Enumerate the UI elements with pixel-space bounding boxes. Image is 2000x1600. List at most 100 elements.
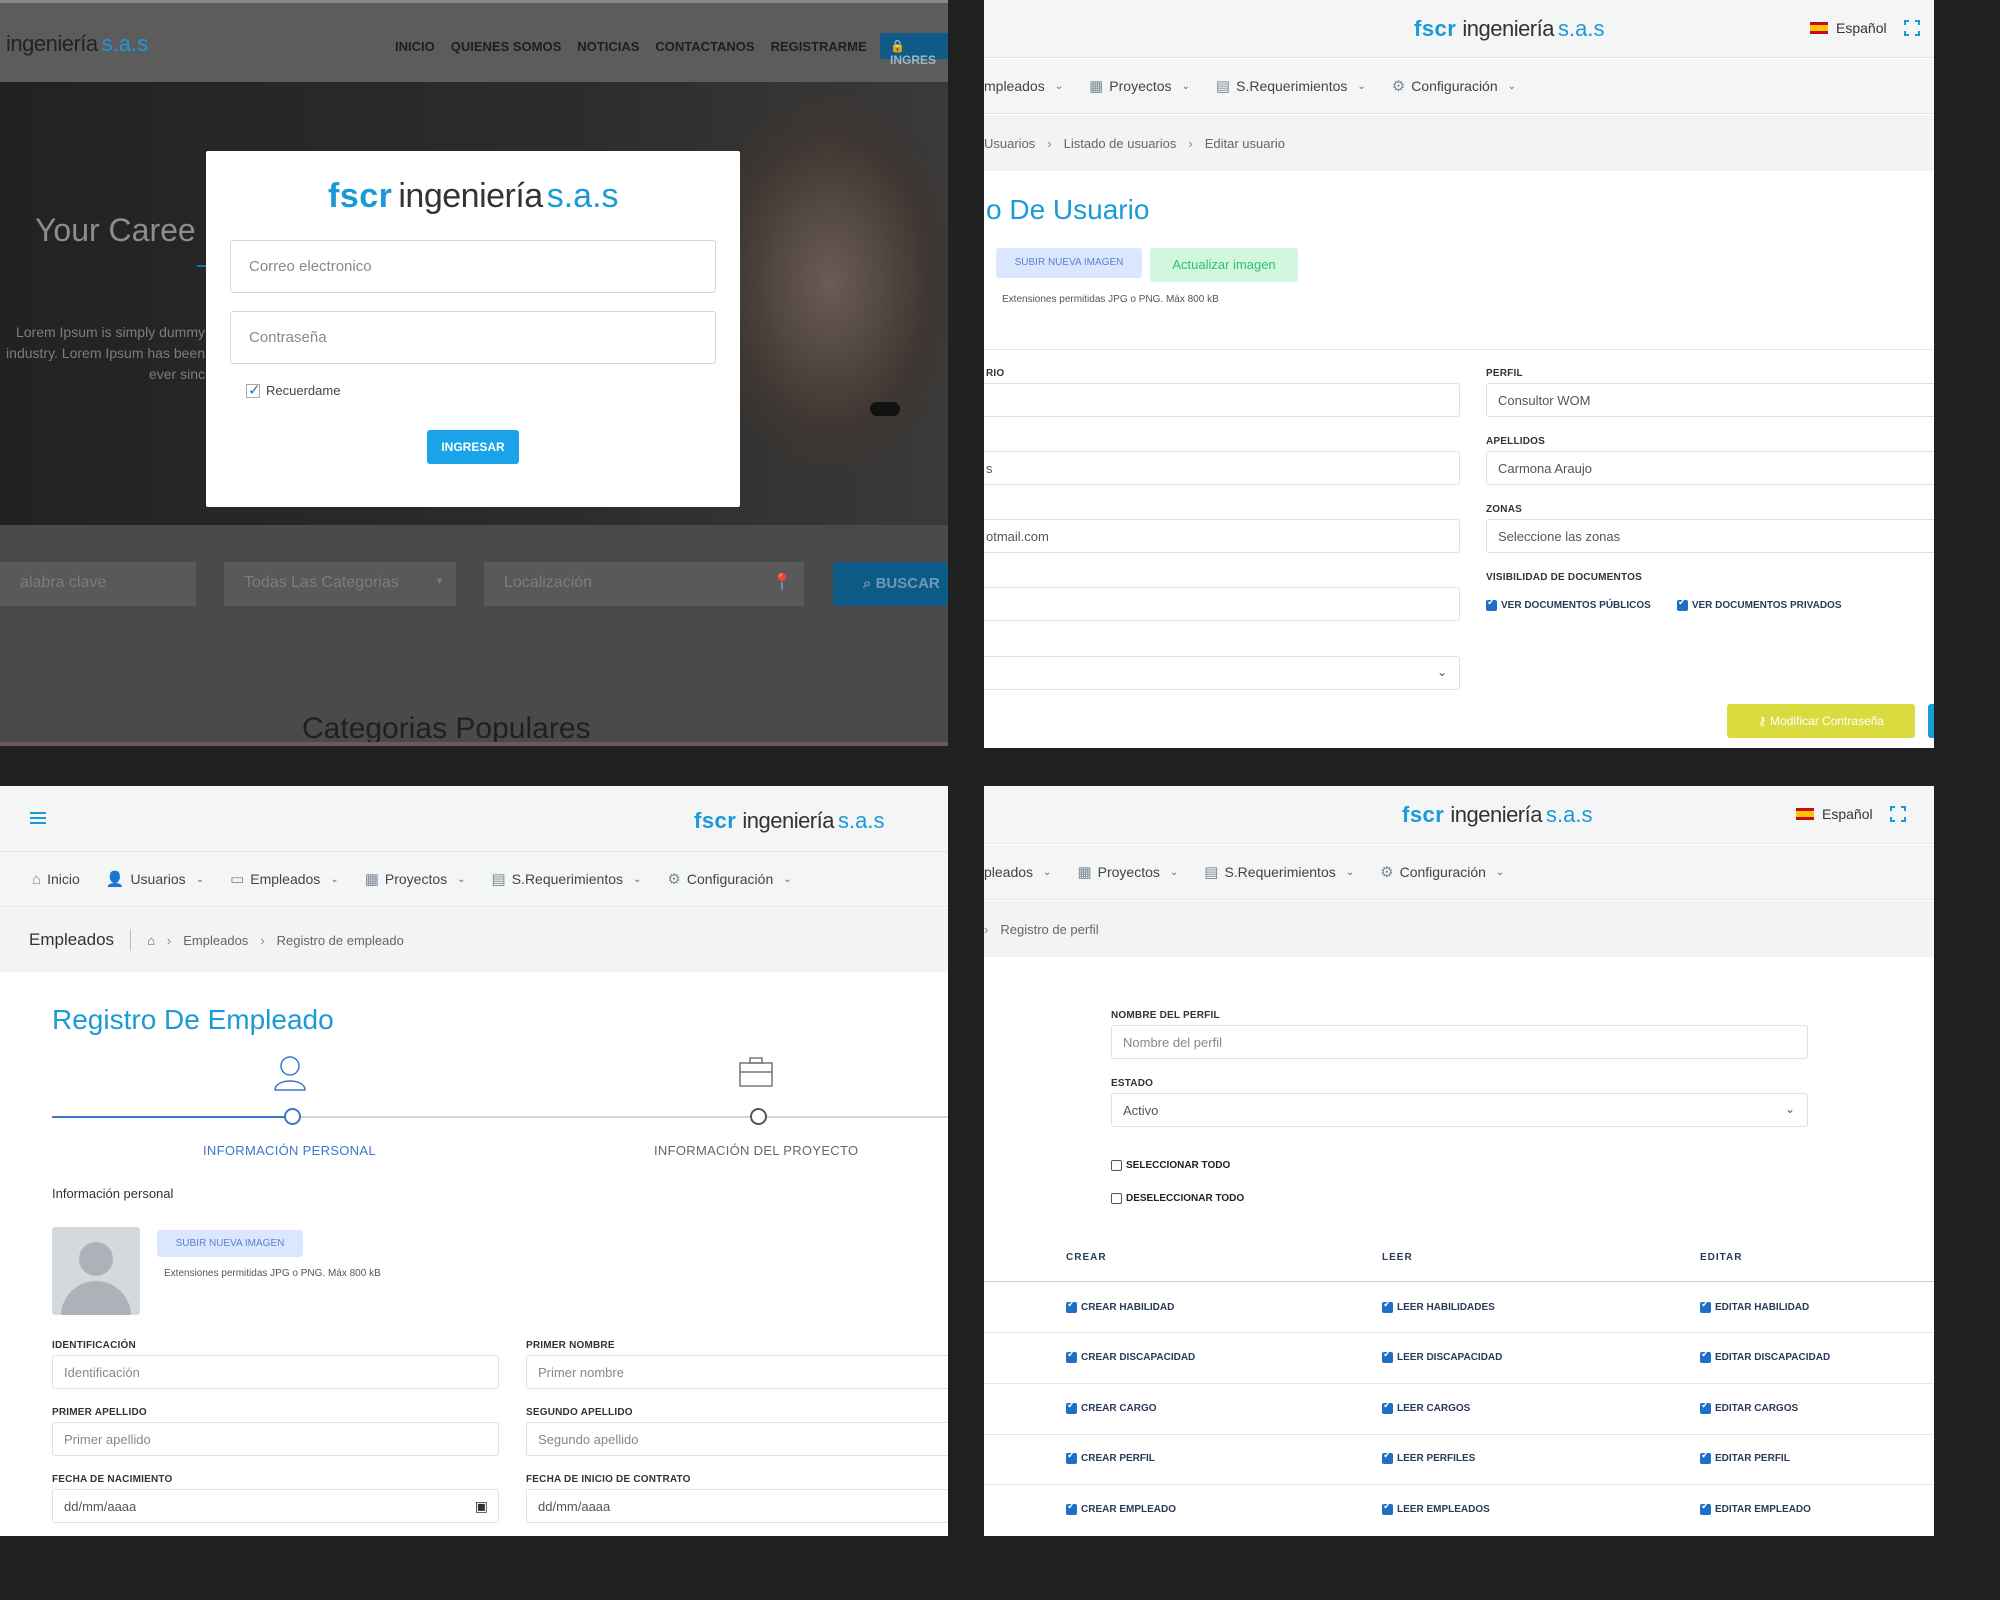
checkbox-checked-icon[interactable] [1700, 1349, 1711, 1363]
perm-crear-perfil[interactable]: CREAR PERFIL [1066, 1450, 1155, 1464]
nav-noticias[interactable]: NOTICIAS [577, 39, 639, 54]
profile-name-input[interactable]: Nombre del perfil [1111, 1025, 1808, 1059]
identificacion-input[interactable]: Identificación [52, 1355, 499, 1389]
language-selector[interactable]: Español [1810, 20, 1887, 36]
site-logo[interactable]: ingeniería s.a.s [0, 31, 148, 57]
crumb-usuarios[interactable]: Usuarios [984, 136, 1035, 151]
checkbox-checked-icon[interactable] [1382, 1400, 1393, 1414]
perm-editar-perfil[interactable]: EDITAR PERFIL [1700, 1450, 1790, 1464]
search-button[interactable]: ⌕ BUSCAR [833, 562, 948, 606]
perm-crear-discapacidad[interactable]: CREAR DISCAPACIDAD [1066, 1349, 1195, 1363]
nav-inicio[interactable]: INICIO [395, 39, 435, 54]
nav-requerimientos[interactable]: ▤ S.Requerimientos ⌄ [492, 870, 642, 888]
app-logo[interactable]: fscr ingeniería s.a.s [694, 808, 884, 834]
checkbox-checked-icon[interactable] [1382, 1299, 1393, 1313]
checkbox-checked-icon[interactable] [1382, 1450, 1393, 1464]
zonas-select[interactable]: Seleccione las zonas [1486, 519, 1934, 553]
checkbox-checked-icon[interactable] [1700, 1450, 1711, 1464]
public-docs-option[interactable]: VER DOCUMENTOS PÚBLICOS [1486, 597, 1651, 611]
remember-checkbox[interactable] [246, 381, 261, 399]
language-selector[interactable]: Español [1796, 806, 1873, 822]
nav-usuarios[interactable]: 👤 Usuarios ⌄ [106, 870, 204, 888]
crumb-empleados[interactable]: Empleados [183, 933, 248, 948]
primer-nombre-input[interactable]: Primer nombre [526, 1355, 948, 1389]
email-field[interactable]: Correo electronico [230, 240, 716, 293]
deselect-all-option[interactable]: DESELECCIONAR TODO [1111, 1193, 1244, 1204]
location-input[interactable]: Localización 📍 [484, 562, 804, 606]
fullscreen-icon[interactable] [1889, 805, 1907, 823]
segundo-apellido-input[interactable]: Segundo apellido [526, 1422, 948, 1456]
nav-empleados[interactable]: mpleados ⌄ [984, 78, 1063, 94]
login-submit-button[interactable]: INGRESAR [427, 430, 519, 464]
private-docs-option[interactable]: VER DOCUMENTOS PRIVADOS [1676, 597, 1842, 611]
app-logo[interactable]: fscr ingeniería s.a.s [1414, 16, 1604, 42]
nav-proyectos[interactable]: ▦ Proyectos ⌄ [1089, 77, 1190, 95]
perfil-input[interactable]: Consultor WOM [1486, 383, 1934, 417]
category-select[interactable]: Todas Las Categorias ▼ [224, 562, 456, 606]
nav-proyectos[interactable]: ▦ Proyectos ⌄ [365, 870, 466, 888]
update-image-button[interactable]: Actualizar imagen [1150, 248, 1298, 282]
username-input[interactable] [984, 383, 1460, 417]
save-button-edge[interactable] [1928, 704, 1934, 738]
nav-requerimientos[interactable]: ▤ S.Requerimientos ⌄ [1216, 77, 1366, 95]
nav-quienes-somos[interactable]: QUIENES SOMOS [451, 39, 562, 54]
checkbox-checked-icon[interactable] [1066, 1450, 1077, 1464]
step-2-label[interactable]: INFORMACIÓN DEL PROYECTO [654, 1143, 858, 1158]
step-1-marker[interactable] [284, 1108, 301, 1125]
perm-editar-cargos[interactable]: EDITAR CARGOS [1700, 1400, 1798, 1414]
checkbox-checked-icon[interactable] [1700, 1501, 1711, 1515]
perm-editar-discapacidad[interactable]: EDITAR DISCAPACIDAD [1700, 1349, 1830, 1363]
nav-registrarme[interactable]: REGISTRARME [771, 39, 867, 54]
checkbox-checked-icon[interactable] [1066, 1400, 1077, 1414]
primer-apellido-input[interactable]: Primer apellido [52, 1422, 499, 1456]
select-all-checkbox[interactable] [1111, 1160, 1122, 1171]
perm-leer-empleados[interactable]: LEER EMPLEADOS [1382, 1501, 1490, 1515]
remember-me[interactable]: Recuerdame [246, 381, 340, 399]
change-password-button[interactable]: ⚷ Modificar Contraseña [1727, 704, 1915, 738]
crumb-listado[interactable]: Listado de usuarios [1064, 136, 1177, 151]
names-input[interactable]: s [984, 451, 1460, 485]
perm-leer-habilidades[interactable]: LEER HABILIDADES [1382, 1299, 1495, 1313]
checkbox-checked-icon[interactable] [1676, 597, 1688, 611]
perm-crear-cargo[interactable]: CREAR CARGO [1066, 1400, 1157, 1414]
state-select[interactable]: Activo ⌄ [1111, 1093, 1808, 1127]
checkbox-checked-icon[interactable] [1382, 1349, 1393, 1363]
calendar-icon[interactable]: ▣ [475, 1498, 488, 1515]
select-all-option[interactable]: SELECCIONAR TODO [1111, 1160, 1230, 1171]
login-nav-button[interactable]: 🔒 INGRES [880, 33, 948, 67]
nav-inicio[interactable]: ⌂ Inicio [32, 871, 80, 888]
fecha-contrato-input[interactable]: dd/mm/aaaa [526, 1489, 948, 1523]
checkbox-checked-icon[interactable] [1066, 1299, 1077, 1313]
checkbox-checked-icon[interactable] [1700, 1299, 1711, 1313]
apellidos-input[interactable]: Carmona Araujo [1486, 451, 1934, 485]
nav-contactanos[interactable]: CONTACTANOS [655, 39, 754, 54]
perm-leer-cargos[interactable]: LEER CARGOS [1382, 1400, 1470, 1414]
nav-configuracion[interactable]: ⚙ Configuración ⌄ [1380, 863, 1504, 881]
perm-leer-discapacidad[interactable]: LEER DISCAPACIDAD [1382, 1349, 1502, 1363]
checkbox-checked-icon[interactable] [1382, 1501, 1393, 1515]
password-field[interactable]: Contraseña [230, 311, 716, 364]
nav-empleados[interactable]: pleados ⌄ [984, 864, 1051, 880]
perm-editar-empleado[interactable]: EDITAR EMPLEADO [1700, 1501, 1811, 1515]
upload-image-button[interactable]: SUBIR NUEVA IMAGEN [157, 1230, 303, 1257]
menu-icon[interactable] [30, 812, 46, 824]
home-icon[interactable]: ⌂ [147, 933, 155, 948]
checkbox-checked-icon[interactable] [1700, 1400, 1711, 1414]
nav-configuracion[interactable]: ⚙ Configuración ⌄ [667, 870, 791, 888]
fecha-nacimiento-input[interactable]: dd/mm/aaaa ▣ [52, 1489, 499, 1523]
upload-image-button[interactable]: SUBIR NUEVA IMAGEN [996, 248, 1142, 278]
email-input[interactable]: otmail.com [984, 519, 1460, 553]
step-1-label[interactable]: INFORMACIÓN PERSONAL [203, 1143, 376, 1158]
phone-input[interactable] [984, 587, 1460, 621]
perm-crear-empleado[interactable]: CREAR EMPLEADO [1066, 1501, 1176, 1515]
nav-proyectos[interactable]: ▦ Proyectos ⌄ [1077, 863, 1178, 881]
fullscreen-icon[interactable] [1903, 19, 1921, 37]
nav-empleados[interactable]: ▭ Empleados ⌄ [230, 870, 339, 888]
checkbox-checked-icon[interactable] [1066, 1349, 1077, 1363]
nav-configuracion[interactable]: ⚙ Configuración ⌄ [1392, 77, 1516, 95]
status-select[interactable]: ⌄ [984, 656, 1460, 690]
checkbox-checked-icon[interactable] [1486, 597, 1497, 611]
perm-leer-perfiles[interactable]: LEER PERFILES [1382, 1450, 1475, 1464]
keyword-input[interactable]: alabra clave [0, 562, 196, 606]
nav-requerimientos[interactable]: ▤ S.Requerimientos ⌄ [1204, 863, 1354, 881]
